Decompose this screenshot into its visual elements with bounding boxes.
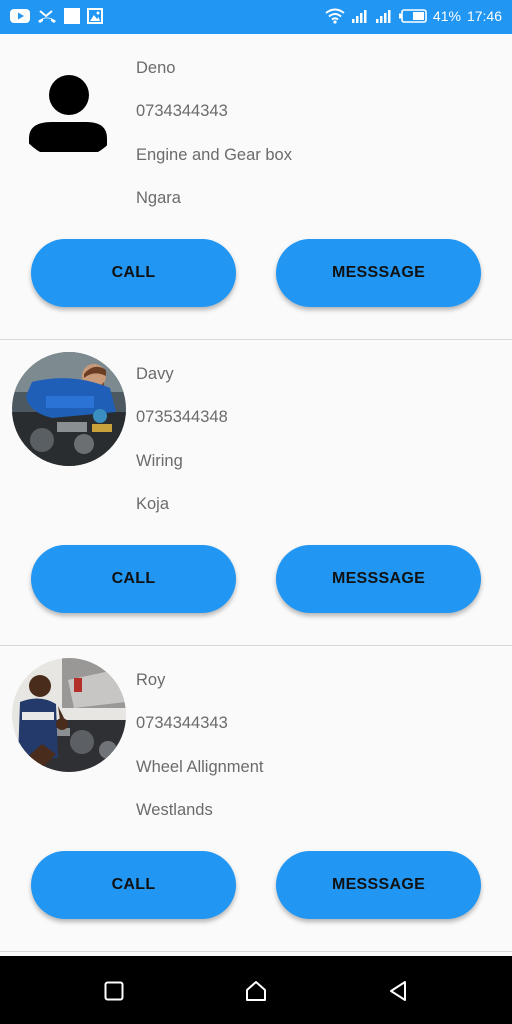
message-button[interactable]: MESSSAGE: [276, 851, 481, 919]
battery-percent: 41%: [432, 8, 461, 24]
mechanic-specialty: Wiring: [136, 452, 183, 470]
wifi-icon: [325, 8, 345, 24]
home-icon[interactable]: [241, 976, 271, 1006]
mechanic-specialty: Wheel Allignment: [136, 758, 264, 776]
status-bar: 41% 17:46: [0, 0, 512, 34]
clock: 17:46: [466, 8, 502, 24]
mechanic-card: Deno 0734344343 Engine and Gear box Ngar…: [0, 34, 512, 340]
notification-icons: [10, 8, 103, 24]
signal-icon: [375, 10, 391, 23]
mechanic-location: Ngara: [136, 189, 181, 207]
mechanic-card: Davy 0735344348 Wiring Koja CALL MESSSAG…: [0, 340, 512, 646]
signal-icon: [351, 10, 367, 23]
mechanic-location: Westlands: [136, 801, 213, 819]
recents-square-icon[interactable]: [99, 976, 129, 1006]
mechanic-photo: [12, 658, 126, 772]
mechanic-name: Deno: [136, 59, 176, 77]
system-indicators: 41% 17:46: [325, 8, 502, 24]
navigation-bar: [0, 956, 512, 1024]
missed-call-icon: [38, 10, 56, 23]
message-button[interactable]: MESSSAGE: [276, 545, 481, 613]
youtube-icon: [10, 9, 30, 23]
default-person-icon: [12, 46, 126, 160]
gallery-icon: [87, 8, 103, 24]
back-triangle-icon[interactable]: [383, 976, 413, 1006]
mechanic-location: Koja: [136, 495, 170, 513]
mechanic-phone: 0735344348: [136, 408, 228, 426]
mechanic-list[interactable]: Deno 0734344343 Engine and Gear box Ngar…: [0, 34, 512, 956]
square-notification-icon: [64, 8, 80, 24]
battery-icon: [398, 9, 427, 23]
mechanic-specialty: Engine and Gear box: [136, 146, 292, 164]
call-button[interactable]: CALL: [31, 239, 236, 307]
message-button[interactable]: MESSSAGE: [276, 239, 481, 307]
mechanic-phone: 0734344343: [136, 714, 228, 732]
mechanic-photo: [12, 352, 126, 466]
call-button[interactable]: CALL: [31, 545, 236, 613]
mechanic-phone: 0734344343: [136, 102, 228, 120]
mechanic-card: Roy 0734344343 Wheel Allignment Westland…: [0, 646, 512, 952]
call-button[interactable]: CALL: [31, 851, 236, 919]
mechanic-name: Davy: [136, 365, 174, 383]
mechanic-name: Roy: [136, 671, 166, 689]
